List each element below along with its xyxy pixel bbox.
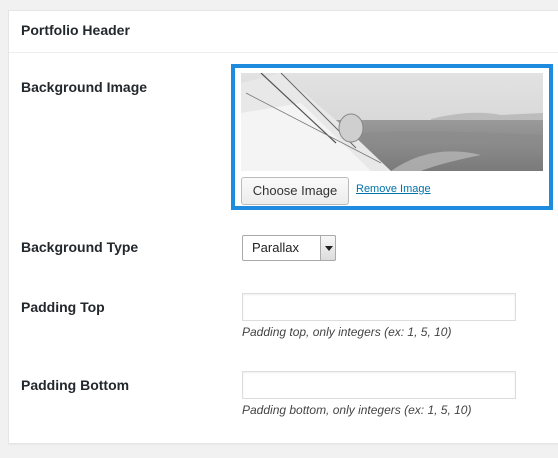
- padding-bottom-input[interactable]: [242, 371, 516, 399]
- metabox-title: Portfolio Header: [9, 11, 558, 53]
- background-image-label: Background Image: [21, 79, 148, 95]
- background-image-field: Choose Image Remove Image: [231, 64, 553, 210]
- portfolio-header-metabox: Portfolio Header Background Image Choose…: [8, 10, 558, 444]
- padding-top-label: Padding Top: [21, 299, 105, 315]
- remove-image-link[interactable]: Remove Image: [356, 183, 431, 195]
- padding-top-input[interactable]: [242, 293, 516, 321]
- padding-bottom-hint: Padding bottom, only integers (ex: 1, 5,…: [242, 403, 472, 417]
- background-type-select[interactable]: Parallax: [242, 235, 336, 261]
- background-type-value: Parallax: [252, 240, 299, 255]
- background-type-label: Background Type: [21, 239, 139, 255]
- padding-bottom-label: Padding Bottom: [21, 377, 130, 393]
- background-image-preview: [241, 73, 543, 171]
- choose-image-button[interactable]: Choose Image: [241, 177, 349, 205]
- padding-top-hint: Padding top, only integers (ex: 1, 5, 10…: [242, 325, 452, 339]
- chevron-down-icon: [320, 235, 336, 261]
